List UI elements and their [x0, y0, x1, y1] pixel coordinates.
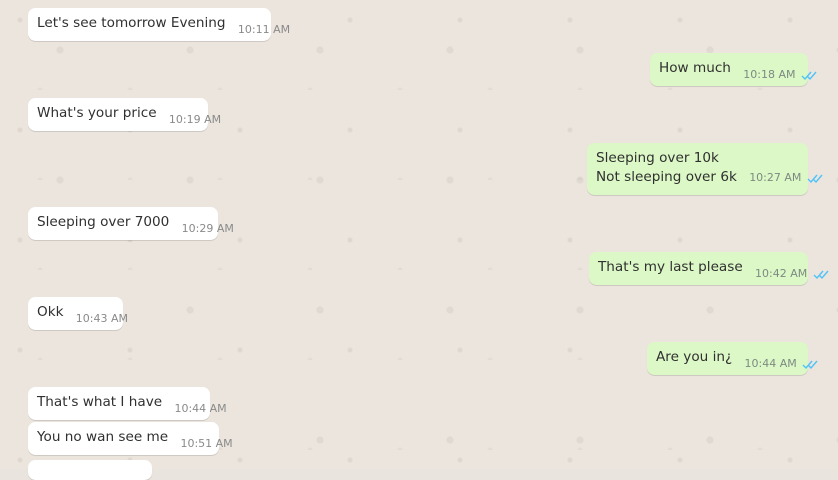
message-text: What's your price [37, 105, 157, 121]
message-time: 10:27 AM [749, 171, 802, 184]
message-time: 10:29 AM [181, 222, 234, 235]
message-bubble-outgoing[interactable]: That's my last please 10:42 AM [589, 252, 829, 285]
message-text-line: Not sleeping over 6k [596, 169, 737, 185]
message-bubble-incoming[interactable]: Let's see tomorrow Evening 10:11 AM [28, 8, 290, 41]
message-bubble-incoming[interactable]: That's what I have 10:44 AM [28, 387, 227, 420]
message-time: 10:51 AM [180, 437, 233, 450]
message-text: Sleeping over 7000 [37, 214, 170, 230]
message-text: That's my last please [598, 259, 743, 275]
message-time: 10:42 AM [755, 267, 808, 280]
double-check-icon [802, 360, 818, 369]
double-check-icon [801, 71, 817, 80]
message-text: Let's see tomorrow Evening [37, 15, 226, 31]
message-time: 10:19 AM [168, 113, 222, 126]
message-time: 10:43 AM [75, 312, 128, 325]
message-text: Are you in¿ [656, 349, 733, 365]
message-bubble-outgoing[interactable]: How much 10:18 AM [650, 53, 817, 86]
message-bubble-outgoing[interactable]: Sleeping over 10k Not sleeping over 6k 1… [587, 143, 823, 195]
message-text: How much [659, 60, 731, 76]
message-bubble-incoming[interactable]: You no wan see me 10:51 AM [28, 422, 233, 455]
message-bubble-incoming[interactable]: Okk 10:43 AM [28, 297, 128, 330]
message-time: 10:44 AM [174, 402, 227, 415]
message-bubble-incoming-partial[interactable] [28, 460, 152, 480]
message-time: 10:44 AM [744, 357, 797, 370]
message-bubble-outgoing[interactable]: Are you in¿ 10:44 AM [647, 342, 818, 375]
double-check-icon [807, 174, 823, 183]
message-time: 10:18 AM [743, 68, 796, 81]
message-bubble-incoming[interactable]: Sleeping over 7000 10:29 AM [28, 207, 234, 240]
double-check-icon [813, 270, 829, 279]
message-text: That's what I have [37, 394, 163, 410]
message-text-line: Sleeping over 10k [596, 150, 719, 166]
message-bubble-incoming[interactable]: What's your price 10:19 AM [28, 98, 221, 131]
message-text: Okk [37, 304, 64, 320]
message-text: You no wan see me [37, 429, 169, 445]
message-time: 10:11 AM [237, 23, 291, 36]
